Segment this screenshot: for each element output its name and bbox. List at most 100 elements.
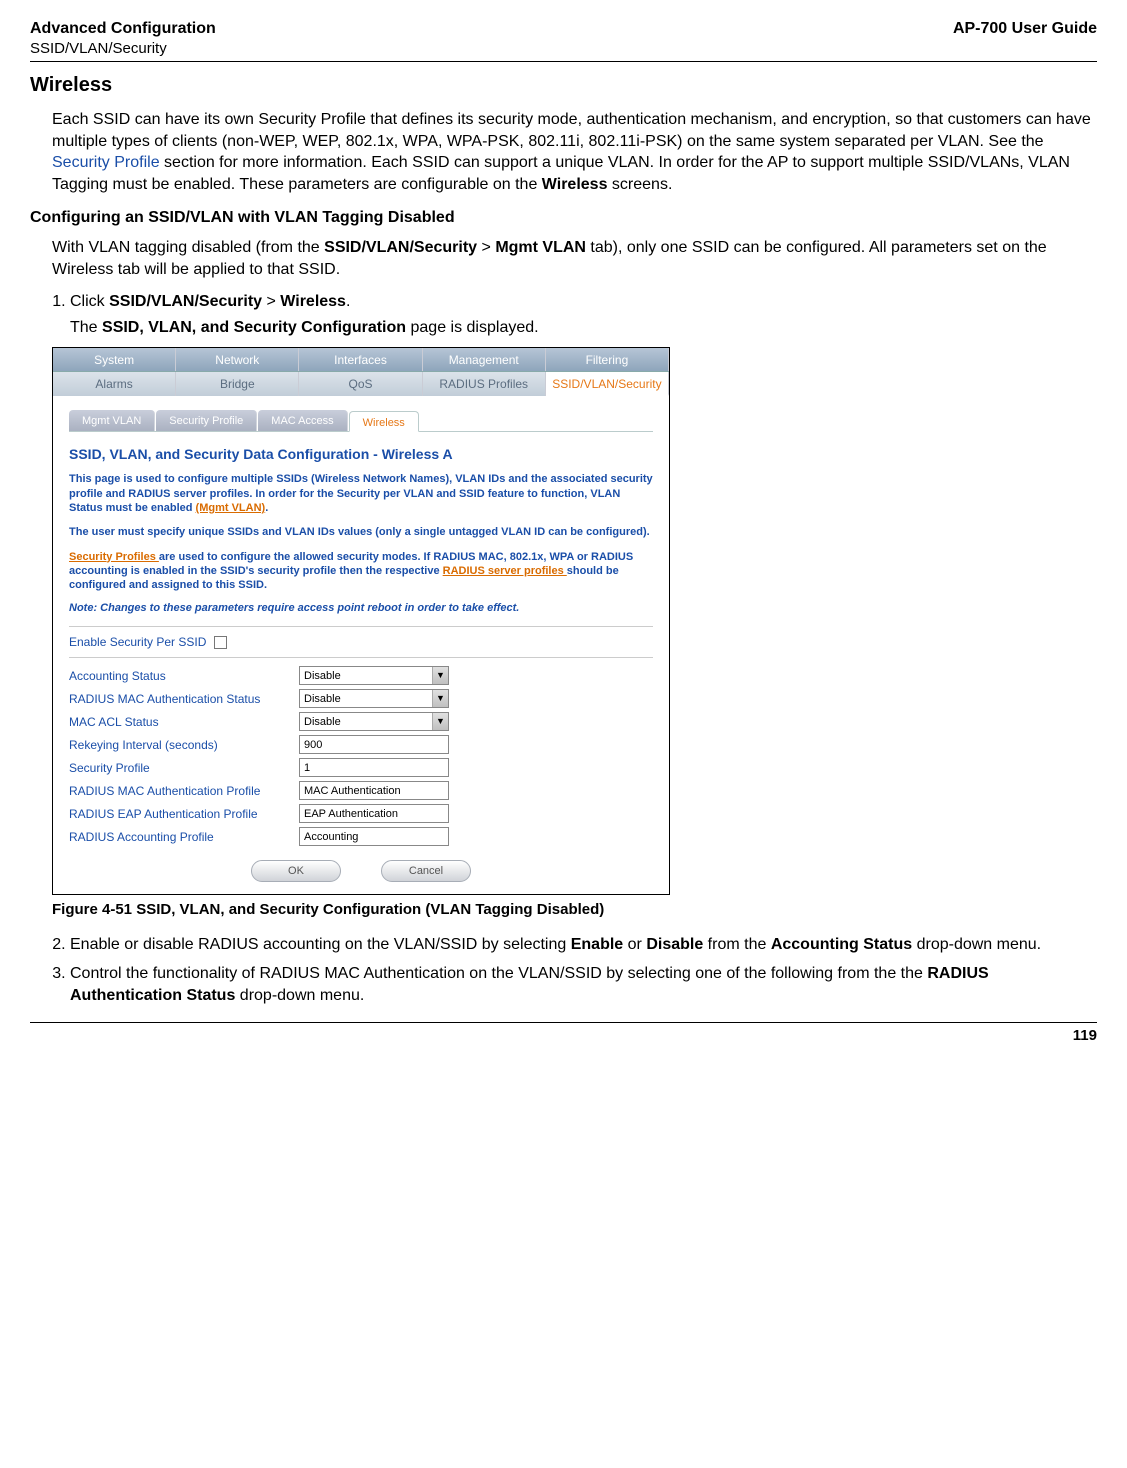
select-mac-acl-status[interactable]: Disable ▼ bbox=[299, 712, 449, 731]
ok-button[interactable]: OK bbox=[251, 860, 341, 882]
step1-sub-post: page is displayed. bbox=[406, 319, 539, 336]
config-screenshot: System Network Interfaces Management Fil… bbox=[52, 347, 670, 895]
step2-mid1: or bbox=[623, 936, 646, 953]
value-mac-acl-status: Disable bbox=[304, 716, 341, 728]
intro-bold: Wireless bbox=[542, 176, 608, 193]
label-radius-mac-auth-status: RADIUS MAC Authentication Status bbox=[69, 692, 299, 706]
step1-sub-b: SSID, VLAN, and Security Configuration bbox=[102, 319, 406, 336]
label-radius-accounting-profile: RADIUS Accounting Profile bbox=[69, 830, 299, 844]
tab-ssid-vlan-security[interactable]: SSID/VLAN/Security bbox=[546, 372, 669, 396]
tab-interfaces[interactable]: Interfaces bbox=[299, 348, 422, 371]
mgmt-vlan-link[interactable]: (Mgmt VLAN) bbox=[196, 502, 266, 514]
sub-text-pre: With VLAN tagging disabled (from the bbox=[52, 239, 324, 256]
subsection-title: Configuring an SSID/VLAN with VLAN Taggi… bbox=[30, 209, 1097, 227]
step2-b3: Accounting Status bbox=[771, 936, 912, 953]
step2-post: drop-down menu. bbox=[912, 936, 1041, 953]
enable-security-row: Enable Security Per SSID bbox=[69, 635, 653, 649]
step1-pre: Click bbox=[70, 293, 109, 310]
subtab-security-profile[interactable]: Security Profile bbox=[156, 410, 257, 431]
input-radius-accounting-profile[interactable]: Accounting bbox=[299, 827, 449, 846]
label-rekeying-interval: Rekeying Interval (seconds) bbox=[69, 738, 299, 752]
row-radius-eap-auth-profile: RADIUS EAP Authentication Profile EAP Au… bbox=[69, 804, 653, 823]
subsection-paragraph: With VLAN tagging disabled (from the SSI… bbox=[52, 237, 1097, 280]
select-radius-mac-auth-status[interactable]: Disable▼ bbox=[299, 689, 449, 708]
step-2: Enable or disable RADIUS accounting on t… bbox=[70, 934, 1097, 956]
row-mac-acl-status: MAC ACL Status Disable▼ bbox=[69, 712, 653, 731]
enable-security-checkbox[interactable] bbox=[214, 636, 227, 649]
row-accounting-status: Accounting Status Disable ▼ bbox=[69, 666, 653, 685]
radius-server-profiles-link[interactable]: RADIUS server profiles bbox=[443, 565, 567, 577]
subtab-mgmt-vlan[interactable]: Mgmt VLAN bbox=[69, 410, 155, 431]
step3-pre: Control the functionality of RADIUS MAC … bbox=[70, 965, 927, 982]
panel-desc-1: This page is used to configure multiple … bbox=[69, 472, 653, 515]
step1-tail: . bbox=[346, 293, 350, 310]
tab-qos[interactable]: QoS bbox=[299, 372, 422, 396]
step-3: Control the functionality of RADIUS MAC … bbox=[70, 963, 1097, 1008]
security-profile-link[interactable]: Security Profile bbox=[52, 154, 160, 171]
step1-mid: > bbox=[262, 293, 280, 310]
input-rekeying-interval[interactable]: 900 bbox=[299, 735, 449, 754]
select-accounting-status[interactable]: Disable ▼ bbox=[299, 666, 449, 685]
steps-list: Click SSID/VLAN/Security > Wireless. The… bbox=[52, 291, 1097, 340]
subtab-row: Mgmt VLAN Security Profile MAC Access Wi… bbox=[69, 410, 653, 432]
label-radius-mac-auth-profile: RADIUS MAC Authentication Profile bbox=[69, 784, 299, 798]
row-security-profile: Security Profile 1 bbox=[69, 758, 653, 777]
inner-divider-1 bbox=[69, 626, 653, 627]
step2-b1: Enable bbox=[571, 936, 623, 953]
label-radius-eap-auth-profile: RADIUS EAP Authentication Profile bbox=[69, 807, 299, 821]
row-radius-mac-auth-status: RADIUS MAC Authentication Status Disable… bbox=[69, 689, 653, 708]
header-divider bbox=[30, 61, 1097, 62]
input-radius-eap-auth-profile[interactable]: EAP Authentication bbox=[299, 804, 449, 823]
panel-title: SSID, VLAN, and Security Data Configurat… bbox=[69, 446, 653, 462]
inner-divider-2 bbox=[69, 657, 653, 658]
chevron-down-icon: ▼ bbox=[432, 713, 448, 730]
step1-sub-pre: The bbox=[70, 319, 102, 336]
row-radius-mac-auth-profile: RADIUS MAC Authentication Profile MAC Au… bbox=[69, 781, 653, 800]
step1-sub: The SSID, VLAN, and Security Configurati… bbox=[70, 317, 1097, 339]
tab-radius-profiles[interactable]: RADIUS Profiles bbox=[423, 372, 546, 396]
second-tab-row: Alarms Bridge QoS RADIUS Profiles SSID/V… bbox=[53, 372, 669, 396]
figure-caption: Figure 4-51 SSID, VLAN, and Security Con… bbox=[52, 901, 1097, 918]
header-subtitle: SSID/VLAN/Security bbox=[30, 40, 1097, 57]
form-table: Accounting Status Disable ▼ RADIUS MAC Au… bbox=[69, 666, 653, 846]
input-security-profile[interactable]: 1 bbox=[299, 758, 449, 777]
panel-note: Note: Changes to these parameters requir… bbox=[69, 602, 653, 614]
step1-b2: Wireless bbox=[280, 293, 346, 310]
button-row: OK Cancel bbox=[69, 860, 653, 882]
desc1-pre: This page is used to configure multiple … bbox=[69, 473, 653, 514]
desc1-post: . bbox=[265, 502, 268, 514]
panel-desc-2: The user must specify unique SSIDs and V… bbox=[69, 525, 653, 539]
steps-list-cont: Enable or disable RADIUS accounting on t… bbox=[52, 934, 1097, 1007]
subtab-wireless[interactable]: Wireless bbox=[349, 411, 419, 432]
step1-b1: SSID/VLAN/Security bbox=[109, 293, 262, 310]
panel-desc-3: Security Profiles are used to configure … bbox=[69, 550, 653, 593]
top-tab-row: System Network Interfaces Management Fil… bbox=[53, 348, 669, 372]
step-1: Click SSID/VLAN/Security > Wireless. The… bbox=[70, 291, 1097, 340]
tab-management[interactable]: Management bbox=[423, 348, 546, 371]
header-guide: AP-700 User Guide bbox=[953, 20, 1097, 38]
tab-filtering[interactable]: Filtering bbox=[546, 348, 669, 371]
footer-divider bbox=[30, 1022, 1097, 1023]
tab-network[interactable]: Network bbox=[176, 348, 299, 371]
row-rekeying-interval: Rekeying Interval (seconds) 900 bbox=[69, 735, 653, 754]
section-title: Wireless bbox=[30, 74, 1097, 97]
step3-post: drop-down menu. bbox=[235, 987, 364, 1004]
sub-text-b2: Mgmt VLAN bbox=[495, 239, 586, 256]
subtab-mac-access[interactable]: MAC Access bbox=[258, 410, 347, 431]
enable-security-label: Enable Security Per SSID bbox=[69, 635, 206, 649]
tab-system[interactable]: System bbox=[53, 348, 176, 371]
input-radius-mac-auth-profile[interactable]: MAC Authentication bbox=[299, 781, 449, 800]
chevron-down-icon: ▼ bbox=[432, 667, 448, 684]
security-profiles-link[interactable]: Security Profiles bbox=[69, 551, 159, 563]
tab-alarms[interactable]: Alarms bbox=[53, 372, 176, 396]
intro-text-pre: Each SSID can have its own Security Prof… bbox=[52, 111, 1091, 150]
intro-paragraph: Each SSID can have its own Security Prof… bbox=[52, 109, 1097, 195]
tab-bridge[interactable]: Bridge bbox=[176, 372, 299, 396]
cancel-button[interactable]: Cancel bbox=[381, 860, 471, 882]
chevron-down-icon: ▼ bbox=[432, 690, 448, 707]
row-radius-accounting-profile: RADIUS Accounting Profile Accounting bbox=[69, 827, 653, 846]
label-accounting-status: Accounting Status bbox=[69, 669, 299, 683]
label-security-profile: Security Profile bbox=[69, 761, 299, 775]
value-accounting-status: Disable bbox=[304, 670, 341, 682]
sub-text-b1: SSID/VLAN/Security bbox=[324, 239, 477, 256]
